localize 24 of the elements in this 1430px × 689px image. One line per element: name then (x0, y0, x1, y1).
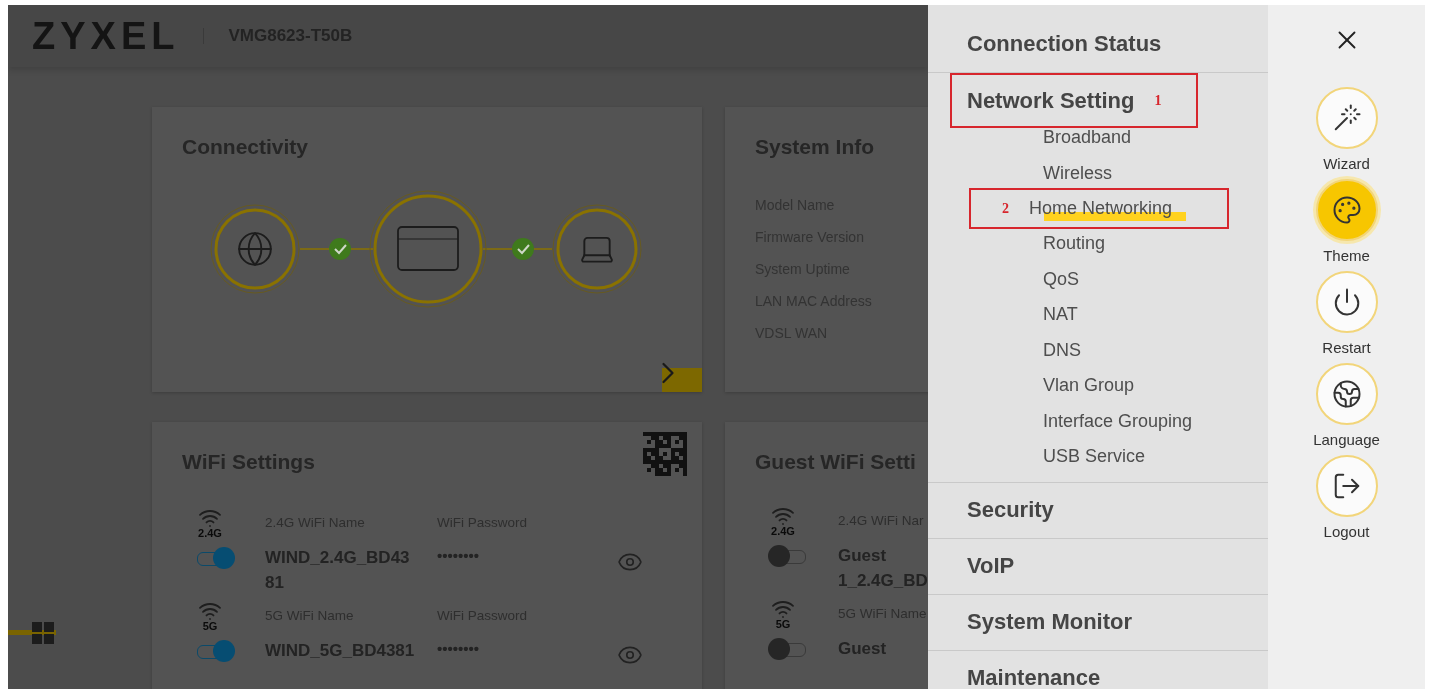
menu-item[interactable]: Vlan Group (1043, 375, 1135, 397)
menu-section[interactable]: System Monitor (967, 608, 1133, 635)
menu-section[interactable]: Maintenance (967, 664, 1101, 689)
menu-item[interactable]: Wireless (1043, 162, 1112, 184)
action-label: Logout (1323, 523, 1370, 540)
menu-item[interactable]: QoS (1043, 268, 1080, 290)
action-label: Wizard (1323, 155, 1370, 172)
menu-section[interactable]: Network Setting (967, 87, 1135, 114)
menu-item[interactable]: Interface Grouping (1043, 410, 1193, 432)
action-label: Restart (1322, 339, 1371, 356)
menu-item[interactable]: USB Service (1043, 446, 1146, 468)
wifi-password: •••••••• (437, 547, 480, 564)
action-label: Theme (1323, 247, 1370, 264)
menu-section[interactable]: Security (967, 496, 1054, 523)
menu-item[interactable]: Broadband (1043, 127, 1132, 149)
step-number: 1 (1154, 92, 1162, 109)
wifi-password: •••••••• (437, 640, 480, 657)
action-label: Language (1313, 431, 1380, 448)
menu-section[interactable]: Connection Status (967, 31, 1162, 57)
menu-item[interactable]: Routing (1043, 233, 1106, 255)
menu-section[interactable]: VoIP (967, 552, 1015, 579)
menu-item[interactable]: NAT (1043, 304, 1078, 326)
menu-item[interactable]: DNS (1043, 339, 1081, 361)
step-number: 2 (1002, 200, 1009, 217)
